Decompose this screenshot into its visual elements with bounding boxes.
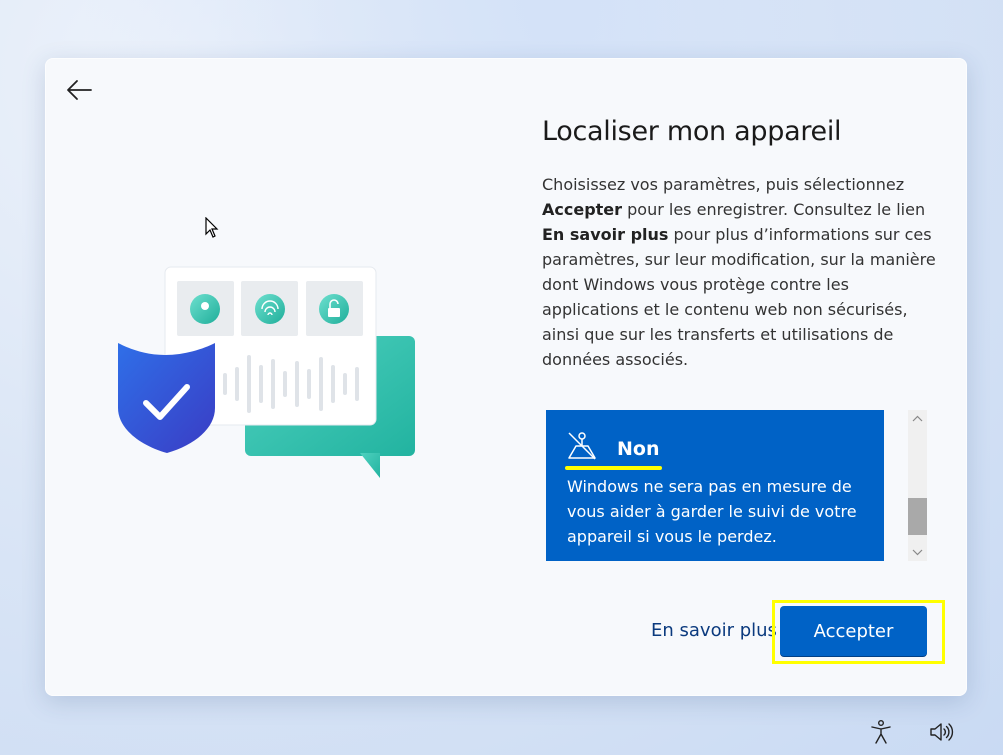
option-title: Non (617, 438, 660, 460)
shield-check-icon (118, 343, 215, 453)
location-pin-icon (190, 294, 220, 324)
option-list: Non Windows ne sera pas en mesure de vou… (546, 410, 884, 561)
scroll-down-icon[interactable] (908, 543, 927, 561)
description-text: Choisissez vos paramètres, puis sélectio… (542, 175, 936, 369)
back-arrow-icon (67, 80, 92, 100)
setup-dialog: Localiser mon appareil Choisissez vos pa… (45, 58, 967, 696)
option-description: Windows ne sera pas en mesure de vous ai… (567, 477, 857, 546)
back-button[interactable] (63, 76, 95, 104)
page-title: Localiser mon appareil (542, 116, 842, 147)
annotation-underline (565, 466, 662, 470)
scroll-up-icon[interactable] (908, 410, 927, 428)
learn-more-link[interactable]: En savoir plus (651, 620, 777, 641)
fingerprint-icon (255, 294, 285, 324)
scroll-thumb[interactable] (908, 498, 927, 535)
mouse-cursor-icon (205, 217, 219, 238)
privacy-illustration (118, 266, 415, 478)
unlock-icon (319, 294, 349, 324)
accessibility-icon[interactable] (868, 719, 894, 745)
accept-button[interactable]: Accepter (780, 606, 927, 656)
option-non[interactable]: Non Windows ne sera pas en mesure de vou… (546, 410, 884, 561)
volume-icon[interactable] (928, 719, 954, 745)
location-off-icon (568, 432, 596, 460)
option-scrollbar[interactable] (908, 410, 927, 561)
